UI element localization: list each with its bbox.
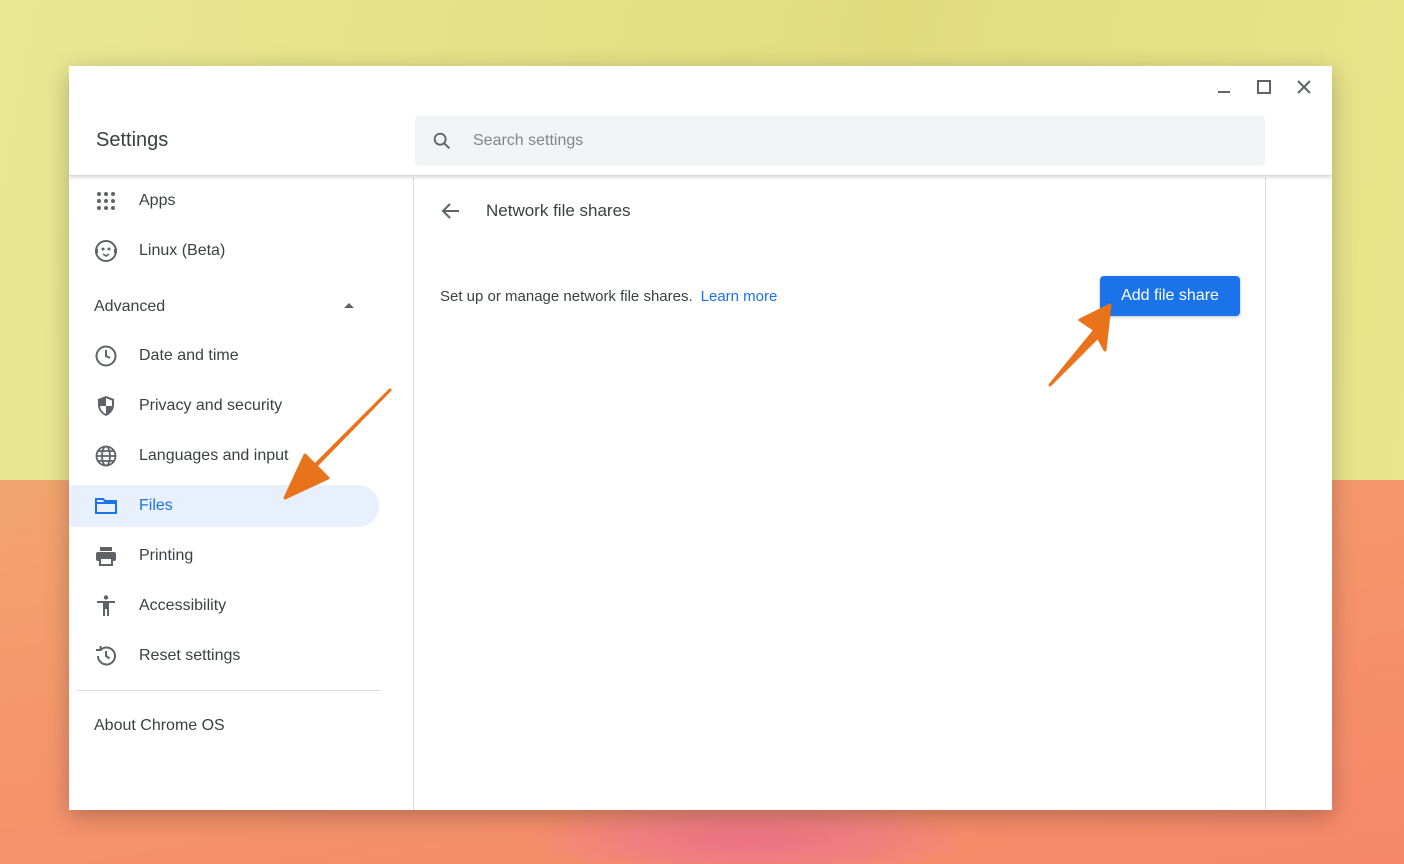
sidebar-item-privacy[interactable]: Privacy and security [69, 385, 379, 427]
maximize-icon [1257, 80, 1271, 94]
search-icon [433, 132, 451, 150]
clock-icon [94, 344, 118, 368]
sidebar-divider [77, 690, 381, 691]
globe-icon [94, 444, 118, 468]
sidebar-item-languages[interactable]: Languages and input [69, 435, 379, 477]
apps-grid-icon [94, 189, 118, 213]
sidebar-item-date-time[interactable]: Date and time [69, 335, 379, 377]
settings-window: Settings Search settings Apps Linux (Bet… [69, 66, 1332, 810]
learn-more-link[interactable]: Learn more [701, 288, 778, 305]
sidebar-item-label: Linux (Beta) [139, 242, 226, 259]
description-text: Set up or manage network file shares. Lea… [440, 288, 777, 305]
advanced-label: Advanced [94, 298, 166, 315]
maximize-button[interactable] [1250, 76, 1278, 98]
minimize-icon [1218, 91, 1230, 93]
sidebar-item-label: Files [139, 497, 173, 514]
close-button[interactable] [1290, 76, 1318, 98]
sidebar-item-label: Accessibility [139, 597, 227, 614]
shield-icon [94, 394, 118, 418]
sidebar-item-label: Apps [139, 192, 176, 209]
add-file-share-button[interactable]: Add file share [1100, 276, 1240, 316]
accessibility-icon [94, 594, 118, 618]
printer-icon [94, 544, 118, 568]
caret-up-icon [344, 303, 354, 308]
sidebar-item-files[interactable]: Files [69, 485, 379, 527]
sidebar-item-accessibility[interactable]: Accessibility [69, 585, 379, 627]
search-bar[interactable] [415, 116, 1265, 166]
history-icon [94, 644, 118, 668]
description-label: Set up or manage network file shares. [440, 288, 693, 305]
back-arrow-icon[interactable] [439, 199, 463, 223]
sidebar-item-reset[interactable]: Reset settings [69, 635, 379, 677]
sidebar-item-apps[interactable]: Apps [69, 180, 379, 222]
sidebar-item-label: Privacy and security [139, 397, 283, 414]
sidebar-item-printing[interactable]: Printing [69, 535, 379, 577]
search-input[interactable] [473, 132, 1233, 150]
page-title: Network file shares [486, 201, 631, 220]
about-chrome-os-link[interactable]: About Chrome OS [94, 717, 225, 735]
advanced-section-toggle[interactable]: Advanced [69, 287, 379, 327]
sidebar-item-linux[interactable]: Linux (Beta) [69, 230, 379, 272]
app-title: Settings [96, 129, 169, 151]
title-bar: Settings [69, 66, 1332, 176]
main-panel: Network file shares Set up or manage net… [415, 177, 1266, 810]
minimize-button[interactable] [1210, 76, 1238, 98]
linux-penguin-icon [94, 239, 118, 263]
sidebar-item-label: Reset settings [139, 647, 241, 664]
window-controls [1210, 76, 1318, 98]
sidebar-item-label: Date and time [139, 347, 239, 364]
sidebar: Apps Linux (Beta) Advanced Date and time [69, 177, 414, 810]
close-icon [1297, 80, 1311, 94]
folder-icon [94, 494, 118, 518]
sidebar-item-label: Languages and input [139, 447, 289, 464]
sidebar-item-label: Printing [139, 547, 194, 564]
